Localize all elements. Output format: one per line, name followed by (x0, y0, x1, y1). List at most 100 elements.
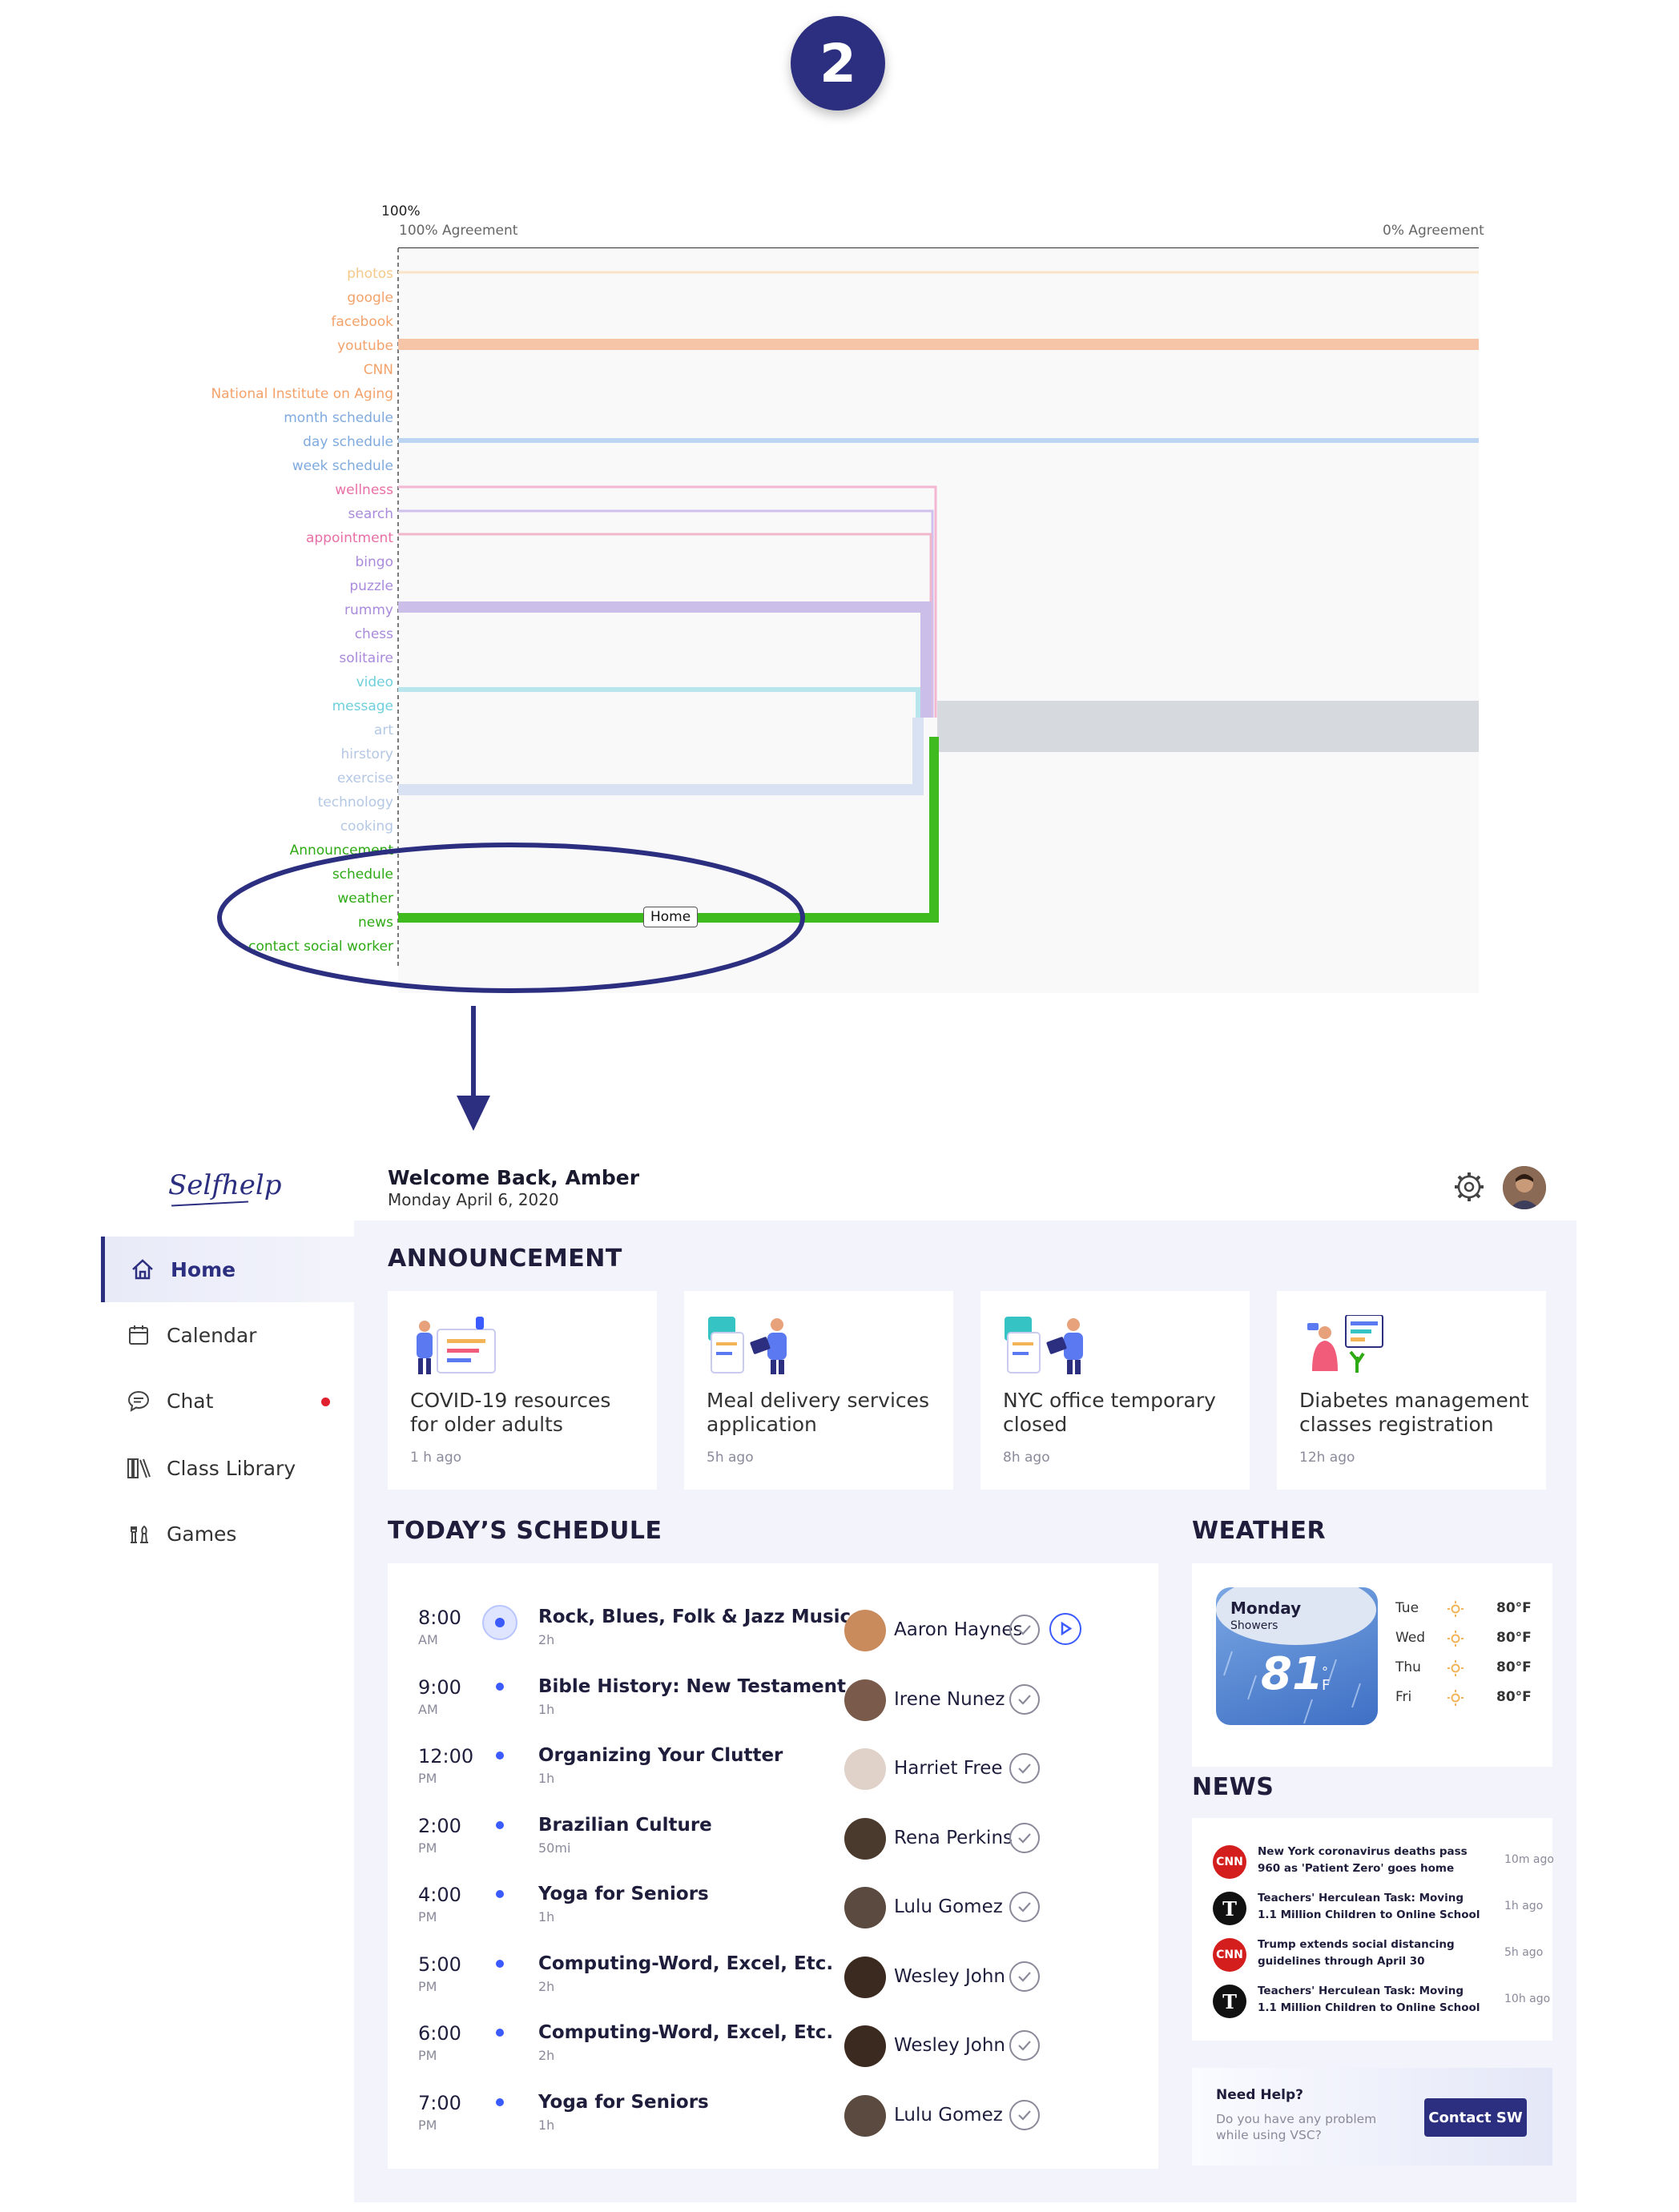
weather-today-card: Monday Showers 81 ° F (1216, 1587, 1378, 1725)
help-text: Do you have any problem while using VSC? (1216, 2112, 1377, 2142)
schedule-time: 5:00 (418, 1953, 461, 1976)
forecast-temp: 80°F (1496, 1600, 1532, 1616)
instructor-name: Wesley John (894, 2035, 1005, 2056)
news-time: 1h ago (1504, 1900, 1544, 1912)
instructor-avatar (844, 1887, 886, 1928)
instructor-avatar (844, 1956, 886, 1998)
forecast-temp: 80°F (1496, 1689, 1532, 1705)
instructor-name: Lulu Gomez (894, 1896, 1003, 1917)
check-circle-icon[interactable] (1009, 2099, 1040, 2130)
news-headline: Trump extends social distancing guidelin… (1258, 1938, 1455, 1968)
contact-sw-button[interactable]: Contact SW (1424, 2098, 1527, 2137)
schedule-row[interactable]: 5:00 PM Computing-Word, Excel, Etc. 2h Wesle… (388, 1942, 1157, 2011)
home-icon (129, 1256, 156, 1283)
instructor-name: Wesley John (894, 1965, 1005, 1987)
instructor-name: Aaron Haynes (894, 1619, 1023, 1640)
agreement-dendrogram: 100% 100% Agreement 0% Agreement photos g… (0, 192, 1679, 993)
check-circle-icon[interactable] (1009, 1753, 1040, 1784)
instructor-avatar (844, 2025, 886, 2067)
announcement-title: Diabetes management classes registration (1299, 1389, 1529, 1436)
schedule-time: 9:00 (418, 1675, 461, 1699)
sun-icon (1447, 1600, 1464, 1622)
arrow-shaft (471, 1006, 476, 1100)
schedule-time: 6:00 (418, 2022, 461, 2045)
schedule-row[interactable]: 7:00 PM Yoga for Seniors 1h Lulu Gomez (388, 2081, 1157, 2150)
calendar-icon (125, 1321, 152, 1349)
schedule-row[interactable]: 9:00 AM Bible History: New Testament 1h Iren… (388, 1665, 1157, 1734)
sidebar: Home Calendar Chat Class Library Games (101, 1221, 358, 2202)
logo-underline (171, 1201, 248, 1207)
library-icon (125, 1454, 152, 1482)
schedule-row[interactable]: 8:00 AM Rock, Blues, Folk & Jazz Music 2h Aa… (388, 1595, 1157, 1664)
news-item[interactable]: T Teachers' Herculean Task: Moving 1.1 Mi… (1213, 1887, 1543, 1932)
schedule-duration: 50mi (538, 1840, 571, 1856)
user-avatar[interactable] (1503, 1166, 1546, 1209)
announcement-time: 12h ago (1299, 1450, 1355, 1466)
news-item[interactable]: CNN New York coronavirus deaths pass 960 … (1213, 1840, 1554, 1885)
selfhelp-logo[interactable]: Selfhelp (168, 1169, 282, 1201)
schedule-duration: 2h (538, 1978, 555, 1994)
schedule-title: Organizing Your Clutter (538, 1745, 783, 1766)
announcement-card[interactable]: NYC office temporary closed 8h ago (980, 1291, 1250, 1490)
schedule-ampm: PM (418, 1978, 437, 1994)
check-circle-icon[interactable] (1009, 1822, 1040, 1853)
nyt-logo: T (1213, 1892, 1246, 1925)
sidebar-item-label: Chat (167, 1389, 214, 1413)
schedule-title: Yoga for Seniors (538, 2091, 709, 2113)
instructor-name: Irene Nunez (894, 1688, 1005, 1710)
schedule-time: 7:00 (418, 2091, 461, 2114)
check-circle-icon[interactable] (1009, 2030, 1040, 2061)
schedule-row[interactable]: 6:00 PM Computing-Word, Excel, Etc. 2h Wesle… (388, 2011, 1157, 2080)
schedule-row[interactable]: 12:00 PM Organizing Your Clutter 1h Harriet … (388, 1734, 1157, 1803)
weather-heading: WEATHER (1192, 1517, 1327, 1545)
schedule-title: Brazilian Culture (538, 1814, 712, 1836)
play-icon[interactable] (1049, 1613, 1081, 1645)
forecast-row: Tue 80°F (1395, 1600, 1540, 1621)
timeline-dot (496, 1959, 504, 1968)
check-circle-icon[interactable] (1009, 1892, 1040, 1922)
check-circle-icon[interactable] (1009, 1683, 1040, 1715)
news-item[interactable]: CNN Trump extends social distancing guide… (1213, 1933, 1543, 1978)
schedule-title: Yoga for Seniors (538, 1884, 709, 1904)
forecast-row: Wed 80°F (1395, 1630, 1540, 1651)
schedule-time: 12:00 (418, 1745, 474, 1768)
forecast-row: Thu 80°F (1395, 1659, 1540, 1680)
gear-icon[interactable] (1452, 1169, 1487, 1205)
schedule-ampm: PM (418, 2048, 437, 2063)
forecast-day: Tue (1395, 1600, 1419, 1616)
schedule-heading: TODAY’S SCHEDULE (388, 1517, 662, 1545)
weather-day: Monday (1230, 1599, 1302, 1618)
sidebar-item-home[interactable]: Home (101, 1237, 358, 1302)
check-circle-icon[interactable] (1009, 1961, 1040, 1992)
sidebar-item-class-library[interactable]: Class Library (101, 1435, 354, 1501)
sidebar-item-chat[interactable]: Chat (101, 1368, 354, 1434)
arrow-down-icon (457, 1096, 490, 1131)
schedule-row[interactable]: 2:00 PM Brazilian Culture 50mi Rena Perkins (388, 1804, 1157, 1872)
news-panel: CNN New York coronavirus deaths pass 960 … (1192, 1818, 1554, 2041)
schedule-panel: 8:00 AM Rock, Blues, Folk & Jazz Music 2h Aa… (388, 1563, 1158, 2169)
announcement-time: 1 h ago (410, 1450, 462, 1466)
news-time: 5h ago (1504, 1946, 1544, 1959)
home-node-tag: Home (643, 907, 699, 927)
schedule-title: Computing-Word, Excel, Etc. (538, 1953, 834, 1974)
sidebar-item-calendar[interactable]: Calendar (101, 1302, 354, 1368)
sun-icon (1447, 1689, 1464, 1711)
schedule-ampm: AM (418, 1701, 438, 1717)
nyt-logo: T (1213, 1985, 1246, 2018)
schedule-ampm: PM (418, 1771, 437, 1786)
announcement-title: COVID-19 resources for older adults (410, 1389, 611, 1436)
schedule-title: Bible History: New Testament (538, 1675, 847, 1697)
announcement-card[interactable]: COVID-19 resources for older adults 1 h … (388, 1291, 657, 1490)
sidebar-item-label: Home (171, 1257, 236, 1281)
announcement-card[interactable]: Meal delivery services application 5h ag… (684, 1291, 953, 1490)
sun-icon (1447, 1630, 1464, 1651)
sidebar-item-games[interactable]: Games (101, 1501, 354, 1566)
check-circle-icon[interactable] (1009, 1615, 1040, 1645)
main-content: ANNOUNCEMENT COVID-19 resources for olde… (354, 1221, 1576, 2202)
announcement-card[interactable]: Diabetes management classes registration… (1277, 1291, 1546, 1490)
timeline-dot (496, 1890, 504, 1898)
dendrogram-lines (217, 247, 1479, 993)
schedule-row[interactable]: 4:00 PM Yoga for Seniors 1h Lulu Gomez (388, 1872, 1157, 1941)
cnn-logo: CNN (1213, 1938, 1246, 1972)
news-item[interactable]: T Teachers' Herculean Task: Moving 1.1 Mi… (1213, 1980, 1550, 2025)
